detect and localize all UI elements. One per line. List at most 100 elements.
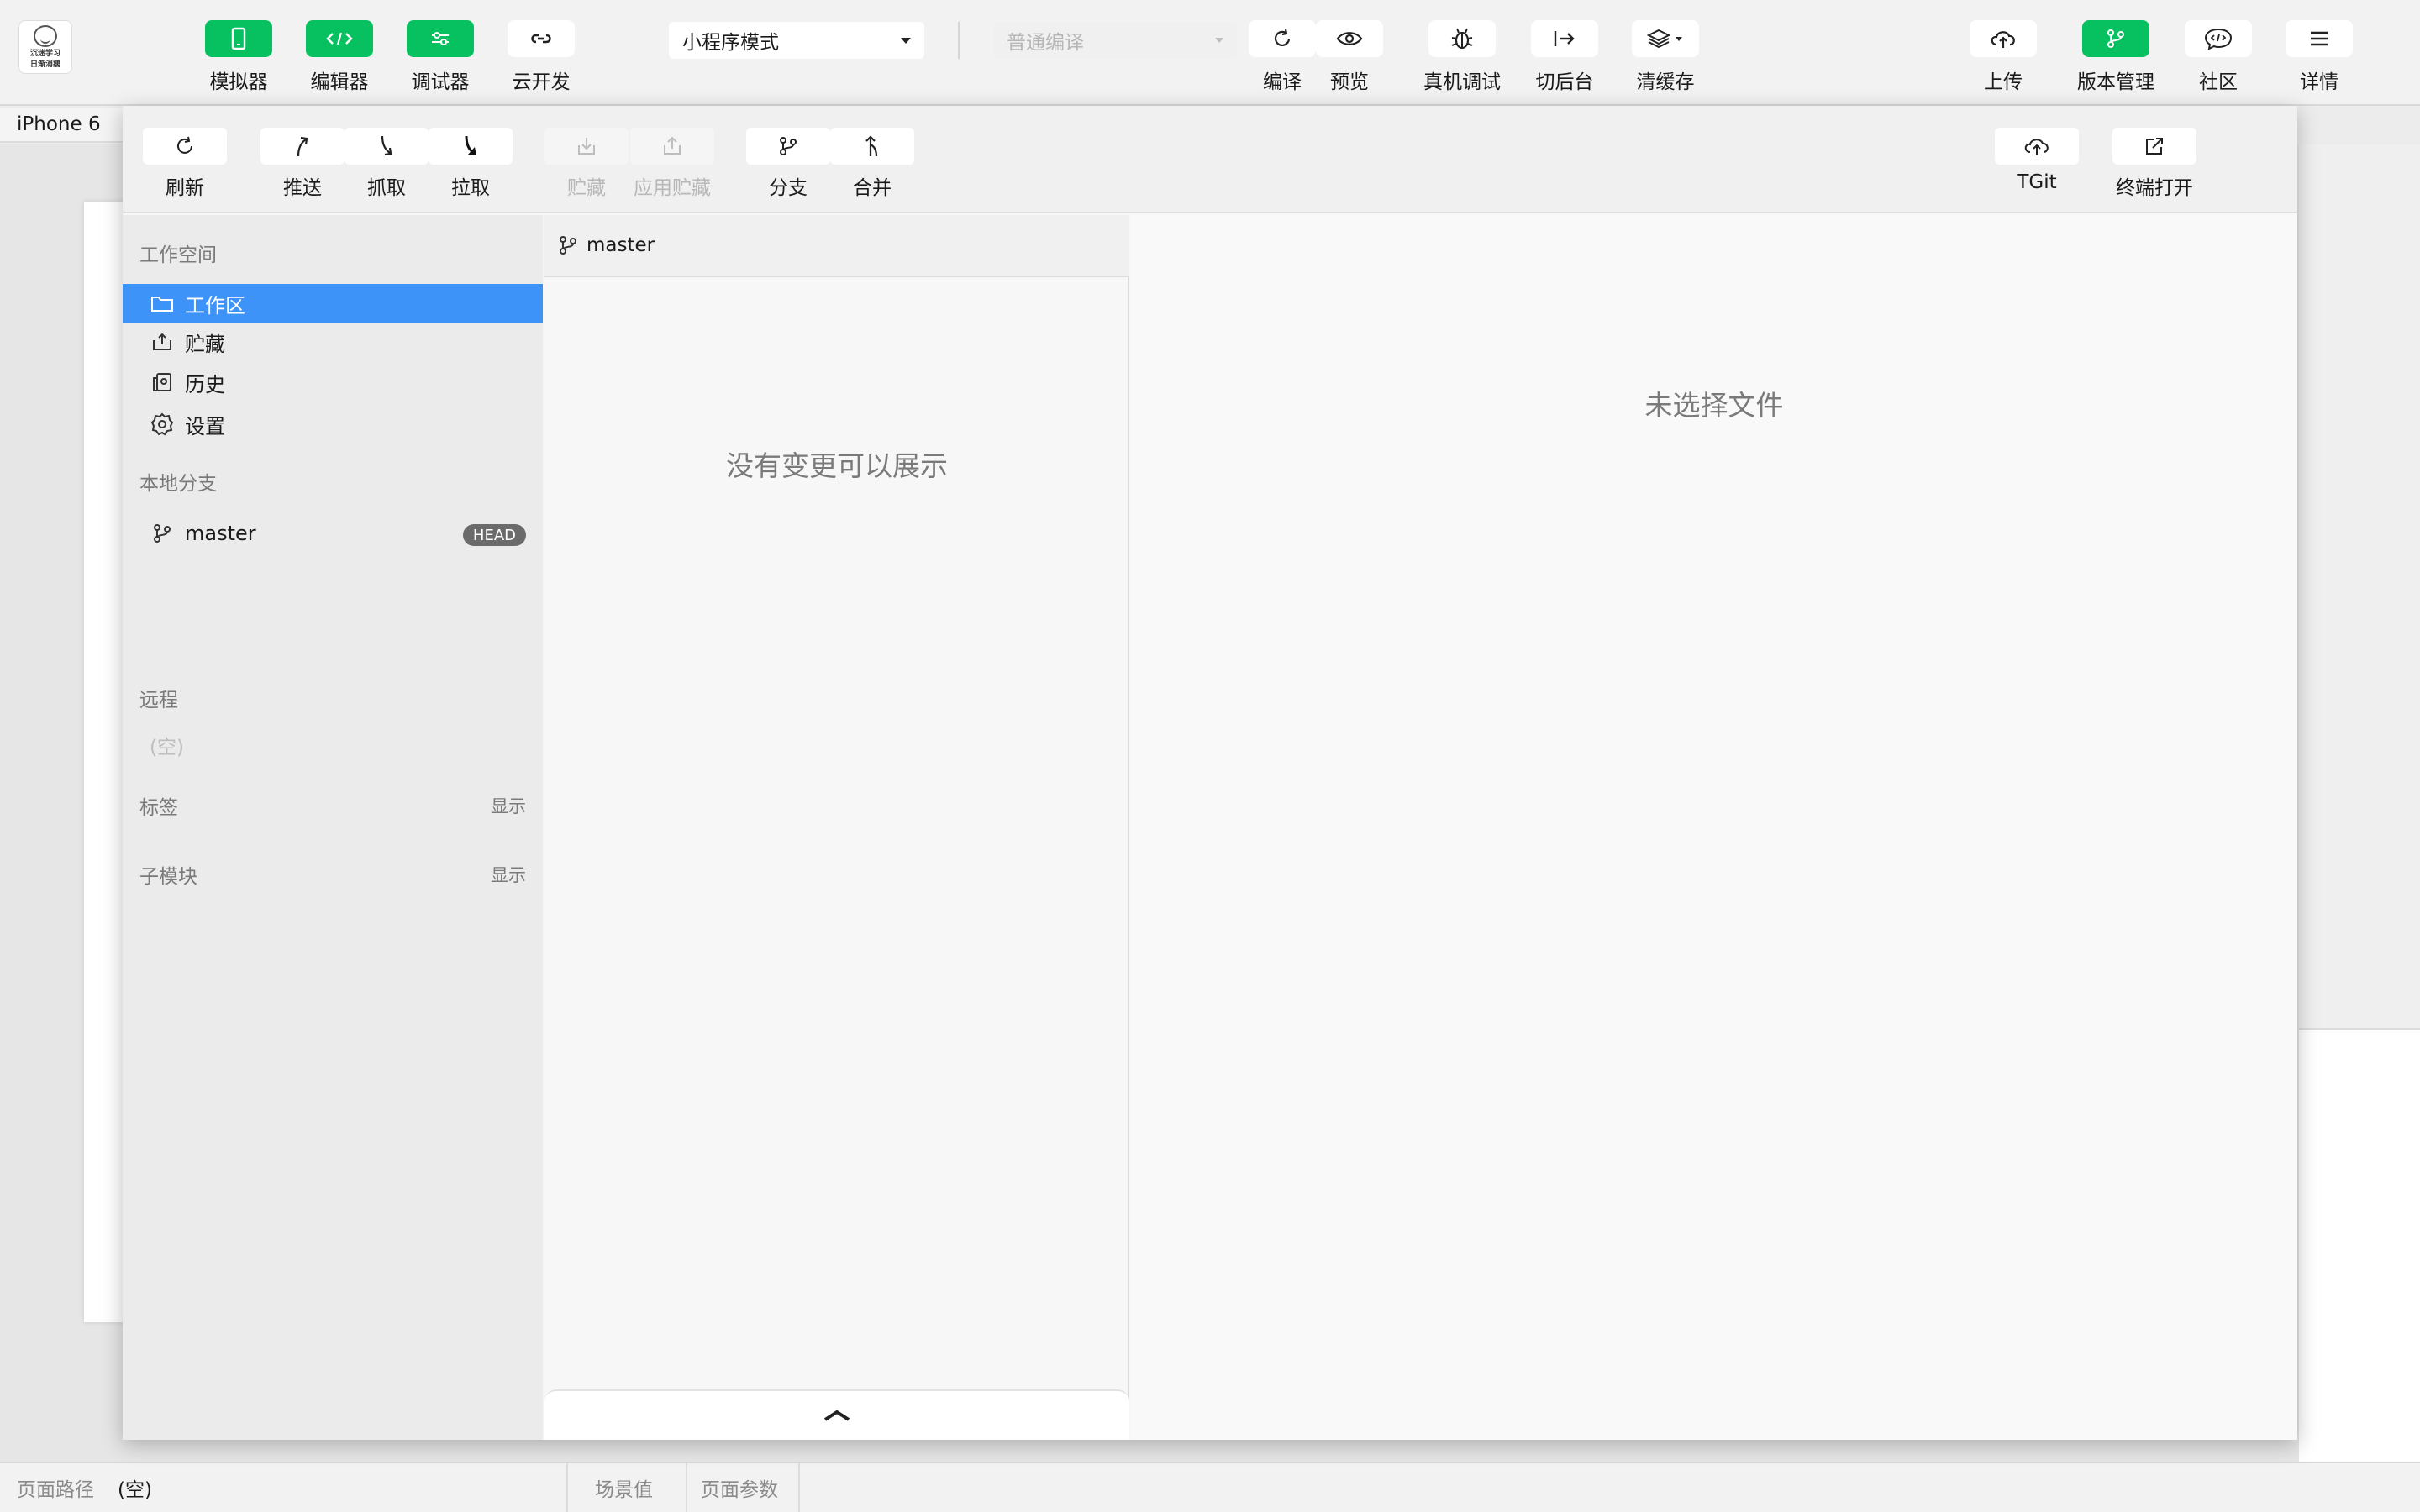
refresh-icon <box>1274 29 1291 46</box>
commit-panel-toggle[interactable] <box>544 1389 1129 1440</box>
editor-label: 编辑器 <box>310 71 369 93</box>
submodules-show-button[interactable]: 显示 <box>491 862 526 887</box>
tgit-action[interactable]: TGit <box>1995 128 2079 193</box>
status-bar: 页面路径 (空) 场景值 页面参数 <box>0 1462 2420 1512</box>
top-toolbar: 沉迷学习 日渐消瘦 模拟器 编辑器 调试器 云开发 小程序模式 普通编译 编译 … <box>0 0 2420 106</box>
debugger-button[interactable] <box>407 20 474 57</box>
menu-icon <box>2311 31 2328 46</box>
git-fetch-button[interactable] <box>345 128 429 165</box>
upload-action[interactable]: 上传 <box>1970 20 2037 94</box>
cloud-dev-toggle[interactable]: 云开发 <box>508 20 575 94</box>
push-action[interactable]: 推送 <box>260 128 345 200</box>
status-divider <box>798 1463 800 1512</box>
git-toolbar: 刷新 推送 抓取 拉取 贮藏 应用贮藏 分支 合并 TGit 终端打开 <box>123 106 2297 213</box>
real-device-debug-button[interactable] <box>1428 20 1496 57</box>
open-terminal-action[interactable]: 终端打开 <box>2112 128 2196 200</box>
mode-select-value: 小程序模式 <box>682 32 779 54</box>
preview-label: 预览 <box>1330 71 1369 93</box>
changes-panel: master 没有变更可以展示 <box>544 215 1129 1440</box>
real-device-debug-action[interactable]: 真机调试 <box>1423 20 1501 94</box>
compile-action[interactable]: 编译 <box>1249 20 1316 94</box>
upload-button[interactable] <box>1970 20 2037 57</box>
editor-toggle[interactable]: 编辑器 <box>306 20 373 94</box>
details-label: 详情 <box>2300 71 2338 93</box>
app-logo[interactable]: 沉迷学习 日渐消瘦 <box>18 20 72 74</box>
community-button[interactable] <box>2185 20 2252 57</box>
open-terminal-button[interactable] <box>2112 128 2196 165</box>
tgit-button[interactable] <box>1995 128 2079 165</box>
page-params-button[interactable]: 页面参数 <box>701 1463 778 1512</box>
git-branch-icon <box>2107 29 2124 48</box>
status-divider <box>686 1463 687 1512</box>
compile-mode-select[interactable]: 普通编译 <box>993 22 1237 59</box>
logo-avatar-icon <box>34 25 57 47</box>
version-mgmt-button[interactable] <box>2082 20 2149 57</box>
background-action[interactable]: 切后台 <box>1531 20 1598 94</box>
git-push-button[interactable] <box>260 128 345 165</box>
git-apply-stash-button <box>630 128 714 165</box>
sidebar-item-stash[interactable]: 贮藏 <box>123 323 543 361</box>
mode-select[interactable]: 小程序模式 <box>669 22 924 59</box>
local-branches-section-title: 本地分支 <box>139 473 217 495</box>
sidebar-item-history[interactable]: 历史 <box>123 363 543 402</box>
stash-icon <box>150 329 175 354</box>
changes-branch-name: master <box>587 234 655 256</box>
chevron-down-icon <box>901 37 911 44</box>
details-action[interactable]: 详情 <box>2286 20 2353 94</box>
code-icon <box>326 32 353 45</box>
git-pull-button[interactable] <box>429 128 513 165</box>
eye-icon <box>1336 32 1363 45</box>
page-path-value[interactable]: (空) <box>118 1463 152 1512</box>
git-branch-button[interactable] <box>746 128 830 165</box>
refresh-action[interactable]: 刷新 <box>143 128 227 200</box>
preview-action[interactable]: 预览 <box>1316 20 1383 94</box>
git-branch-icon <box>558 234 578 256</box>
workspace-section-title: 工作空间 <box>139 244 217 266</box>
merge-action[interactable]: 合并 <box>830 128 914 200</box>
editor-button[interactable] <box>306 20 373 57</box>
preview-button[interactable] <box>1316 20 1383 57</box>
version-mgmt-toggle[interactable]: 版本管理 <box>2077 20 2154 94</box>
git-fetch-label: 抓取 <box>367 177 406 199</box>
debugger-background <box>2299 1028 2420 1462</box>
compile-button[interactable] <box>1249 20 1316 57</box>
details-button[interactable] <box>2286 20 2353 57</box>
clear-cache-button[interactable] <box>1632 20 1699 57</box>
real-device-debug-label: 真机调试 <box>1423 71 1501 93</box>
git-apply-stash-label: 应用贮藏 <box>634 177 711 199</box>
git-branch-label: 分支 <box>769 177 808 199</box>
changes-branch-header[interactable]: master <box>544 215 1129 277</box>
community-action[interactable]: 社区 <box>2185 20 2252 94</box>
clear-cache-action[interactable]: 清缓存 <box>1632 20 1699 94</box>
simulator-toggle[interactable]: 模拟器 <box>205 20 272 94</box>
git-sidebar: 工作空间 工作区 贮藏 历史 设置 本地分支 master HEAD 远程 (空… <box>123 215 543 1440</box>
scene-value-button[interactable]: 场景值 <box>595 1463 653 1512</box>
chat-code-icon <box>2204 28 2233 50</box>
no-changes-message: 没有变更可以展示 <box>726 449 948 482</box>
simulator-button[interactable] <box>205 20 272 57</box>
cloud-dev-button[interactable] <box>508 20 575 57</box>
logo-text-line2: 日渐消瘦 <box>29 60 60 69</box>
device-selector[interactable]: iPhone 6 <box>0 108 123 143</box>
simulator-label: 模拟器 <box>209 71 268 93</box>
tags-show-button[interactable]: 显示 <box>491 793 526 818</box>
local-branch-master[interactable]: master HEAD <box>123 514 543 553</box>
cloud-dev-label: 云开发 <box>512 71 571 93</box>
chevron-up-icon <box>823 1410 850 1421</box>
fetch-action[interactable]: 抓取 <box>345 128 429 200</box>
git-merge-label: 合并 <box>853 177 892 199</box>
sidebar-item-settings[interactable]: 设置 <box>123 405 543 444</box>
git-merge-button[interactable] <box>830 128 914 165</box>
background-label: 切后台 <box>1535 71 1594 93</box>
external-link-icon <box>2146 138 2163 155</box>
remote-section-title: 远程 <box>139 690 178 711</box>
git-pull-label: 拉取 <box>451 177 490 199</box>
pull-action[interactable]: 拉取 <box>429 128 513 200</box>
debugger-toggle[interactable]: 调试器 <box>407 20 474 94</box>
sidebar-item-workspace[interactable]: 工作区 <box>123 284 543 323</box>
branch-action[interactable]: 分支 <box>746 128 830 200</box>
apply-stash-action: 应用贮藏 <box>630 128 714 200</box>
background-button[interactable] <box>1531 20 1598 57</box>
git-refresh-button[interactable] <box>143 128 227 165</box>
tgit-label: TGit <box>2017 171 2057 193</box>
